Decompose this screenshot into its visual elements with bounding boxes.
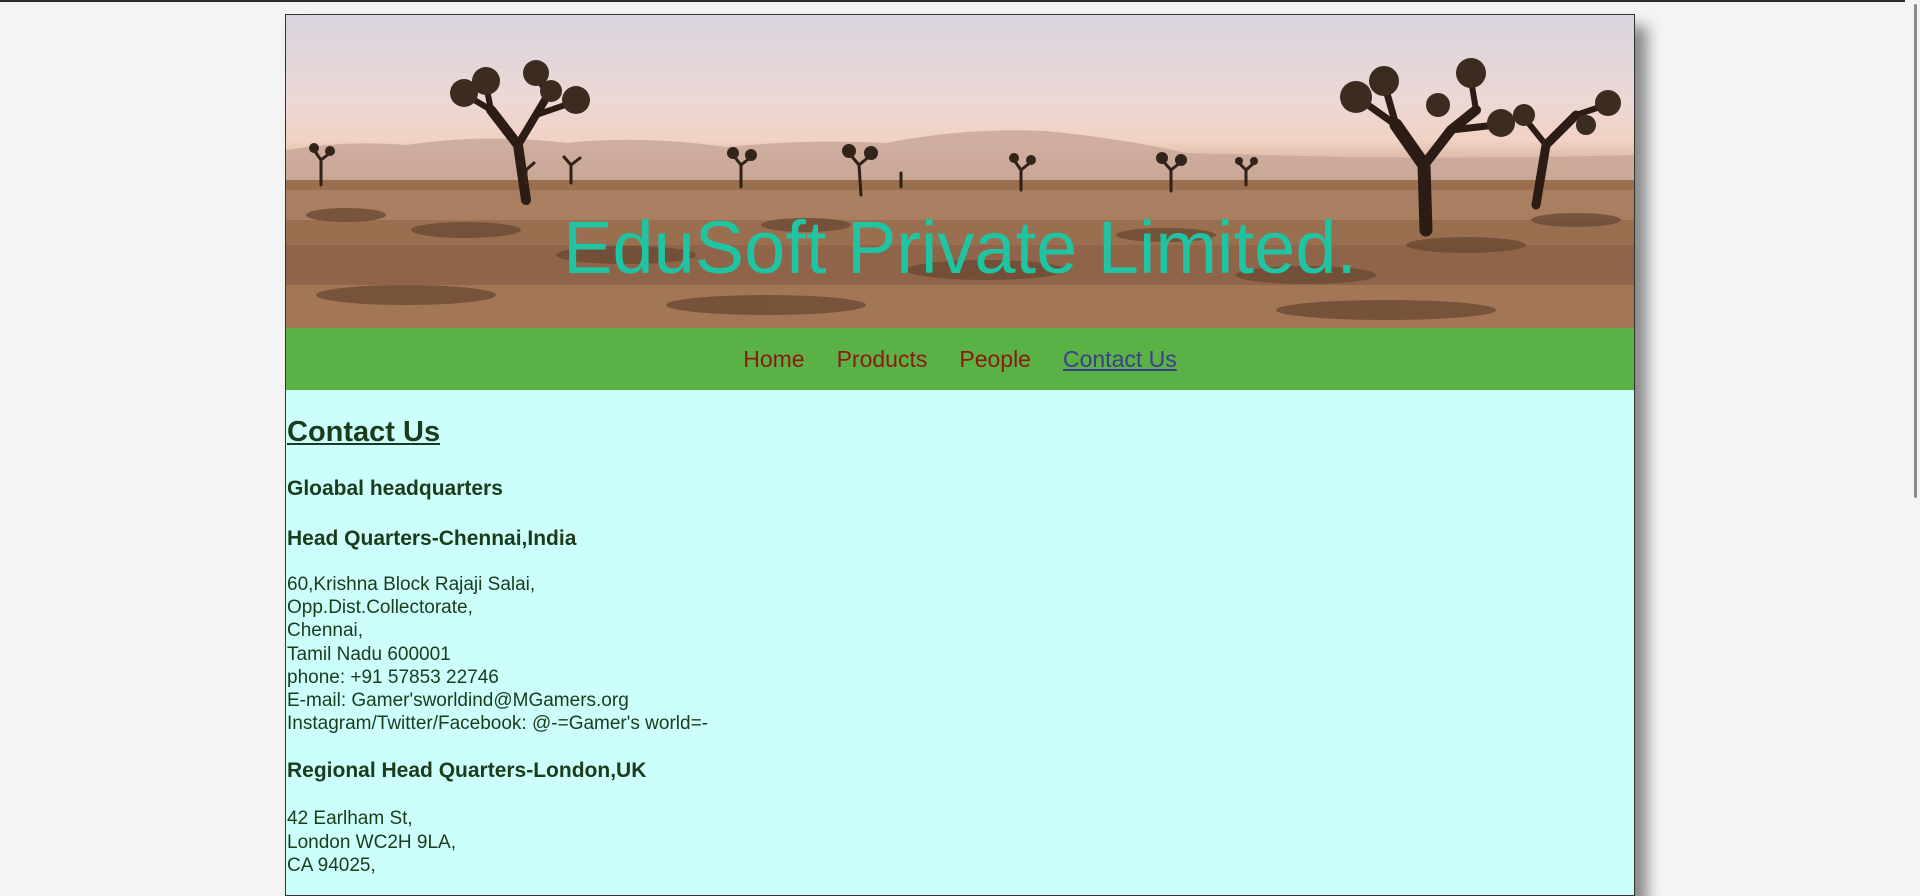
page-title: Contact Us <box>287 416 441 448</box>
scrollbar-thumb[interactable] <box>1914 4 1917 498</box>
nav-link-contact-us[interactable]: Contact Us <box>1063 346 1177 373</box>
address-line: Tamil Nadu 600001 <box>287 643 451 665</box>
london-hq-heading: Regional Head Quarters-London,UK <box>287 759 647 783</box>
phone-line: phone: +91 57853 22746 <box>287 666 499 688</box>
address-line: CA 94025, <box>287 854 376 876</box>
chennai-hq-heading: Head Quarters-Chennai,India <box>287 527 577 550</box>
window-top-border <box>0 0 1920 2</box>
nav-link-home[interactable]: Home <box>743 346 804 373</box>
main-navigation: Home Products People Contact Us <box>286 328 1634 390</box>
email-line: E-mail: Gamer'sworldind@MGamers.org <box>287 690 629 712</box>
global-headquarters-heading: Gloabal headquarters <box>287 477 503 500</box>
page-container: EduSoft Private Limited. Home Products P… <box>285 14 1635 896</box>
social-line: Instagram/Twitter/Facebook: @-=Gamer's w… <box>287 713 708 735</box>
contact-content: Contact Us Gloabal headquarters Head Qua… <box>286 416 1634 877</box>
address-line: 42 Earlham St, <box>287 808 413 830</box>
vertical-scrollbar[interactable] <box>1905 0 1920 880</box>
nav-link-products[interactable]: Products <box>837 346 928 373</box>
address-line: Opp.Dist.Collectorate, <box>287 597 473 619</box>
address-line: London WC2H 9LA, <box>287 831 456 853</box>
company-title: EduSoft Private Limited. <box>563 206 1357 289</box>
address-line: Chennai, <box>287 620 364 642</box>
nav-link-people[interactable]: People <box>959 346 1031 373</box>
london-address-block: 42 Earlham St, London WC2H 9LA, CA 94025… <box>287 807 1634 877</box>
chennai-address-block: 60,Krishna Block Rajaji Salai, Opp.Dist.… <box>287 573 1634 735</box>
address-line: 60,Krishna Block Rajaji Salai, <box>287 574 536 595</box>
header-banner: EduSoft Private Limited. <box>286 15 1634 328</box>
